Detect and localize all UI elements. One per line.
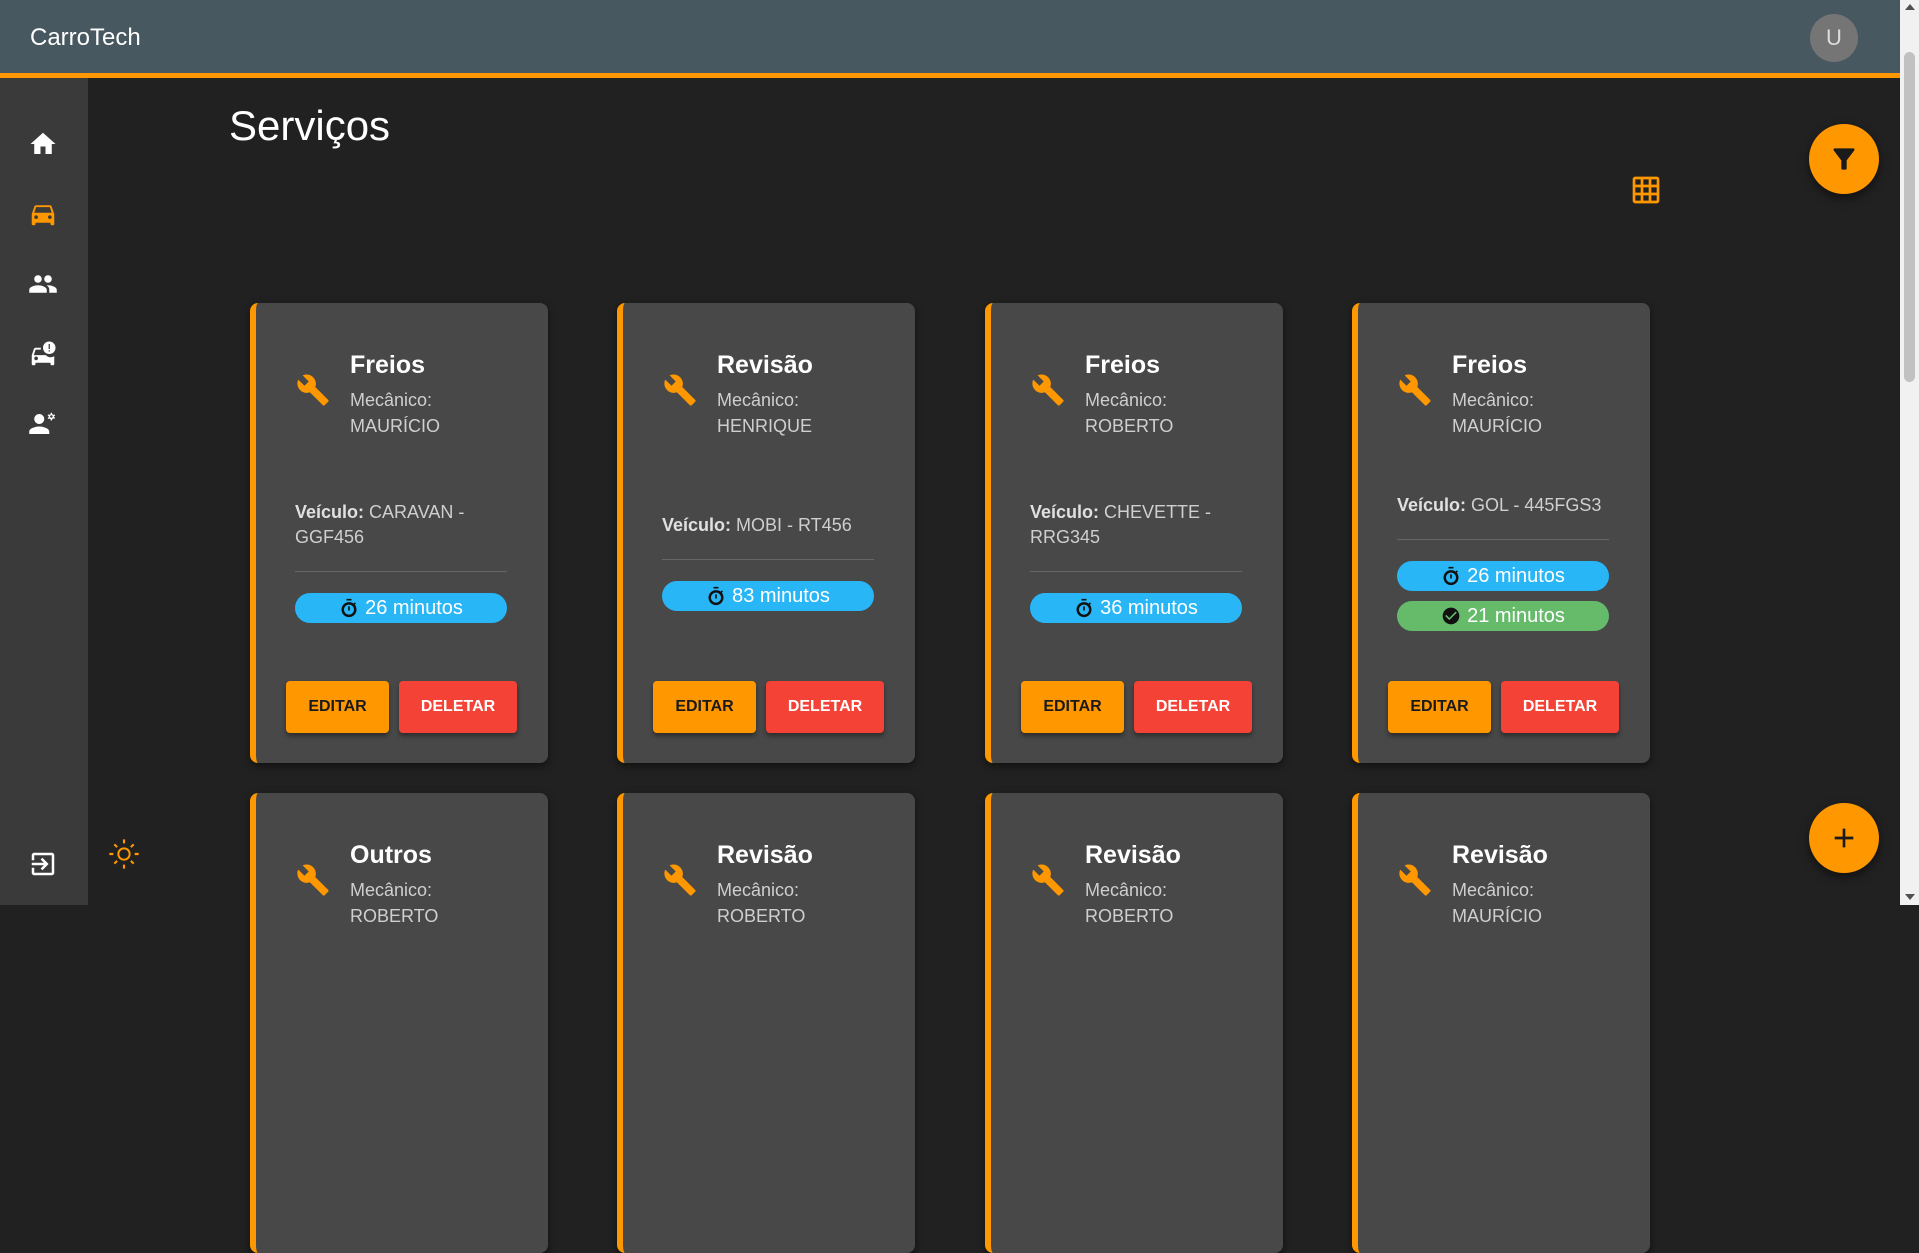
service-title: Freios [350, 351, 426, 379]
service-title: Revisão [1085, 841, 1181, 869]
wrench-icon [663, 863, 697, 897]
user-avatar[interactable]: U [1810, 14, 1858, 62]
service-card: Revisão Mecânico: ROBERTO [617, 793, 915, 1253]
delete-button[interactable]: DELETAR [399, 681, 517, 733]
mechanic-info: Mecânico: ROBERTO [1085, 880, 1174, 926]
service-card: Freios Mecânico: MAURÍCIO Veículo: GOL - … [1352, 303, 1650, 763]
logout-button[interactable] [22, 843, 64, 885]
edit-button[interactable]: EDITAR [653, 681, 756, 733]
service-title: Freios [1452, 351, 1528, 379]
divider [662, 559, 874, 560]
vehicle-info: Veículo: GOL - 445FGS3 [1397, 495, 1602, 515]
people-icon [29, 275, 57, 293]
car-alert-icon [31, 341, 56, 366]
wrench-icon [1398, 373, 1432, 407]
mechanic-info: Mecânico: MAURÍCIO [350, 390, 440, 436]
home-icon [30, 132, 56, 154]
car-icon [31, 205, 55, 226]
service-card: Outros Mecânico: ROBERTO [250, 793, 548, 1253]
mechanic-info: Mecânico: ROBERTO [717, 880, 806, 926]
wrench-icon [1031, 863, 1065, 897]
filter-icon [1833, 148, 1855, 170]
divider [295, 571, 507, 572]
stopwatch-icon [1443, 566, 1459, 586]
service-card: Revisão Mecânico: HENRIQUE Veículo: MOBI … [617, 303, 915, 763]
mechanic-info: Mecânico: ROBERTO [350, 880, 439, 926]
service-title: Revisão [717, 351, 813, 379]
page-scrollbar[interactable] [1900, 0, 1919, 905]
service-card: Freios Mecânico: MAURÍCIO Veículo: CARAVA… [250, 303, 548, 763]
estimated-time-badge: 26 minutos [1397, 561, 1609, 591]
nav-mechanics[interactable] [22, 403, 64, 445]
service-card: Freios Mecânico: ROBERTO Veículo: CHEVETT… [985, 303, 1283, 763]
add-service-button[interactable] [1809, 803, 1879, 873]
nav-vehicle-alert[interactable] [22, 333, 64, 375]
service-title: Freios [1085, 351, 1161, 379]
nav-home[interactable] [22, 123, 64, 165]
service-title: Outros [350, 841, 432, 869]
stopwatch-icon [1076, 598, 1092, 618]
wrench-icon [296, 863, 330, 897]
estimated-time-badge: 83 minutos [662, 581, 874, 611]
wrench-icon [296, 373, 330, 407]
sidebar [0, 78, 88, 905]
logout-icon [31, 852, 55, 876]
page-title: Serviços [229, 102, 391, 149]
sun-icon [109, 839, 139, 869]
service-title: Revisão [717, 841, 813, 869]
service-title: Revisão [1452, 841, 1548, 869]
vehicle-info: Veículo: CARAVAN - GGF456 [295, 502, 465, 547]
stopwatch-icon [341, 598, 357, 618]
mechanic-info: Mecânico: ROBERTO [1085, 390, 1174, 436]
edit-button[interactable]: EDITAR [1388, 681, 1491, 733]
vehicle-info: Veículo: CHEVETTE - RRG345 [1030, 502, 1212, 547]
mechanic-info: Mecânico: MAURÍCIO [1452, 390, 1542, 436]
vehicle-info: Veículo: MOBI - RT456 [662, 515, 852, 535]
scroll-down-arrow[interactable] [1905, 894, 1915, 900]
scroll-thumb[interactable] [1904, 52, 1915, 382]
grid-view-toggle[interactable] [1630, 174, 1662, 206]
wrench-icon [1398, 863, 1432, 897]
delete-button[interactable]: DELETAR [1501, 681, 1619, 733]
stopwatch-icon [708, 586, 724, 606]
grid-icon [1632, 176, 1660, 204]
estimated-time-badge: 36 minutos [1030, 593, 1242, 623]
divider [1030, 571, 1242, 572]
wrench-icon [1031, 373, 1065, 407]
edit-button[interactable]: EDITAR [1021, 681, 1124, 733]
estimated-time-badge: 26 minutos [295, 593, 507, 623]
mechanic-info: Mecânico: MAURÍCIO [1452, 880, 1542, 926]
delete-button[interactable]: DELETAR [766, 681, 884, 733]
nav-services[interactable] [22, 193, 64, 235]
nav-clients[interactable] [22, 263, 64, 305]
plus-icon [1834, 828, 1854, 848]
delete-button[interactable]: DELETAR [1134, 681, 1252, 733]
actual-time-badge: 21 minutos [1397, 601, 1609, 631]
filter-button[interactable] [1809, 124, 1879, 194]
top-app-bar: CarroTech U [0, 0, 1900, 78]
mechanic-info: Mecânico: HENRIQUE [717, 390, 813, 436]
app-title: CarroTech [30, 24, 141, 51]
service-card: Revisão Mecânico: ROBERTO [985, 793, 1283, 1253]
scroll-up-arrow[interactable] [1905, 4, 1915, 10]
wrench-icon [663, 373, 697, 407]
service-card: Revisão Mecânico: MAURÍCIO [1352, 793, 1650, 1253]
divider [1397, 539, 1609, 540]
theme-toggle[interactable] [106, 836, 142, 872]
edit-button[interactable]: EDITAR [286, 681, 389, 733]
engineer-icon [29, 412, 56, 434]
check-circle-icon [1442, 607, 1460, 625]
